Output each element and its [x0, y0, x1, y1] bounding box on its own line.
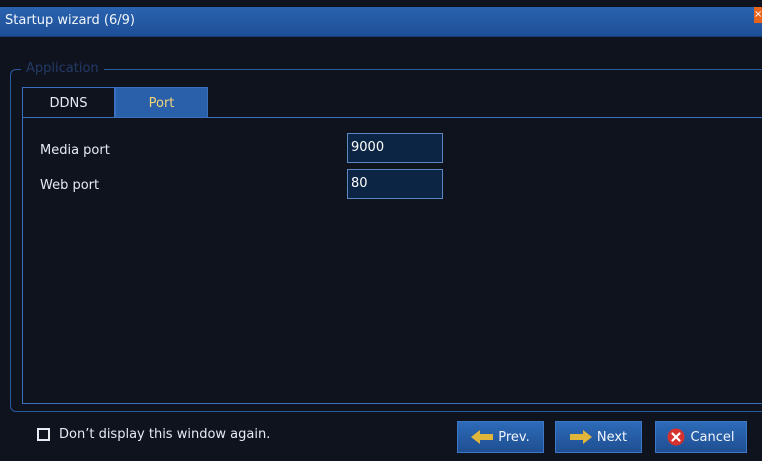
dont-show-again-checkbox[interactable] — [37, 428, 50, 441]
media-port-label: Media port — [40, 143, 110, 158]
dont-show-again-label: Don’t display this window again. — [59, 427, 271, 442]
dont-show-again-option[interactable]: Don’t display this window again. — [37, 427, 270, 442]
startup-wizard-window: Startup wizard (6/9) × Application DDNS … — [0, 0, 762, 461]
tab-ddns[interactable]: DDNS — [22, 87, 115, 118]
next-button[interactable]: Next — [555, 421, 642, 453]
cancel-button[interactable]: Cancel — [655, 421, 747, 453]
cancel-button-label: Cancel — [690, 429, 735, 445]
prev-button[interactable]: Prev. — [457, 421, 544, 453]
arrow-left-icon — [471, 430, 494, 444]
next-button-label: Next — [596, 429, 628, 445]
prev-button-label: Prev. — [498, 429, 530, 445]
web-port-label: Web port — [40, 178, 100, 193]
tab-bar: DDNS Port — [22, 87, 208, 118]
cancel-x-icon — [667, 428, 685, 446]
media-port-input[interactable]: 9000 — [347, 133, 443, 163]
group-legend: Application — [21, 61, 104, 76]
web-port-input[interactable]: 80 — [347, 169, 443, 199]
arrow-right-icon — [569, 430, 592, 444]
title-bar: Startup wizard (6/9) × — [0, 7, 762, 37]
window-title: Startup wizard (6/9) — [5, 13, 135, 28]
close-icon[interactable]: × — [754, 7, 762, 23]
tab-port[interactable]: Port — [115, 87, 208, 118]
